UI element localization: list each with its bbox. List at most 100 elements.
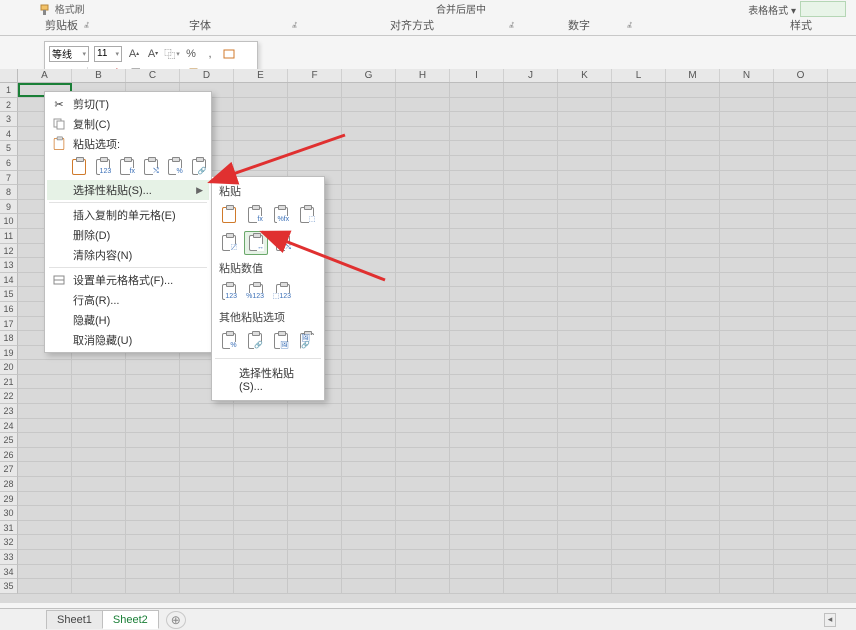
row-header[interactable]: 12 <box>0 244 18 259</box>
row-header[interactable]: 20 <box>0 360 18 375</box>
sub-paste-values-srcfmt-icon[interactable]: ⬚123 <box>271 280 295 304</box>
col-header[interactable]: J <box>504 69 558 82</box>
increase-font-icon[interactable]: A▴ <box>127 47 141 61</box>
row-header[interactable]: 4 <box>0 127 18 142</box>
sub-paste-linked-picture-icon[interactable]: 🖼🔗 <box>296 329 319 353</box>
row-header[interactable]: 23 <box>0 404 18 419</box>
format-painter-button[interactable]: 格式刷 <box>40 1 85 16</box>
row-header[interactable]: 24 <box>0 419 18 434</box>
sub-paste-formulas-numfmt-icon[interactable]: %fx <box>270 203 293 227</box>
col-header[interactable]: F <box>288 69 342 82</box>
paste-transpose-icon[interactable]: ⤭ <box>140 156 161 178</box>
col-header[interactable]: K <box>558 69 612 82</box>
comma-icon[interactable]: , <box>203 47 217 61</box>
merge-center-button[interactable]: 合并后居中 <box>436 1 486 16</box>
row-header[interactable]: 34 <box>0 565 18 580</box>
add-sheet-button[interactable]: ⊕ <box>166 611 186 629</box>
sheet-tab-1[interactable]: Sheet1 <box>46 610 103 629</box>
sub-paste-values-numfmt-icon[interactable]: %123 <box>244 280 268 304</box>
row-header[interactable]: 3 <box>0 112 18 127</box>
col-header[interactable]: B <box>72 69 126 82</box>
mini-font-name[interactable]: 等线▾ <box>49 46 89 62</box>
row-header[interactable]: 35 <box>0 579 18 594</box>
sub-paste-values-icon[interactable]: 123 <box>217 280 241 304</box>
col-header[interactable]: N <box>720 69 774 82</box>
paste-formatting-icon[interactable]: % <box>164 156 185 178</box>
alignment-dialog-launcher[interactable]: ⰼ <box>509 21 514 32</box>
row-header[interactable]: 22 <box>0 389 18 404</box>
col-header[interactable]: L <box>612 69 666 82</box>
font-dialog-launcher[interactable]: ⰼ <box>292 21 297 32</box>
col-header[interactable]: E <box>234 69 288 82</box>
ctx-delete[interactable]: 删除(D) <box>47 225 209 245</box>
row-header[interactable]: 7 <box>0 171 18 186</box>
ctx-insert-copied[interactable]: 插入复制的单元格(E) <box>47 205 209 225</box>
row-header[interactable]: 10 <box>0 214 18 229</box>
paste-all-icon[interactable] <box>69 156 90 178</box>
col-header[interactable]: G <box>342 69 396 82</box>
cell-style-sample[interactable] <box>800 1 846 17</box>
clipboard-dialog-launcher[interactable]: ⰼ <box>84 21 89 32</box>
paste-formulas-icon[interactable]: fx <box>117 156 138 178</box>
row-header[interactable]: 27 <box>0 462 18 477</box>
col-header[interactable]: H <box>396 69 450 82</box>
col-header[interactable]: M <box>666 69 720 82</box>
mini-font-size[interactable]: 11▾ <box>94 46 122 62</box>
row-header[interactable]: 14 <box>0 273 18 288</box>
col-header[interactable]: D <box>180 69 234 82</box>
row-header[interactable]: 11 <box>0 229 18 244</box>
row-header[interactable]: 6 <box>0 156 18 171</box>
col-header[interactable]: I <box>450 69 504 82</box>
ctx-row-height[interactable]: 行高(R)... <box>47 290 209 310</box>
paste-values-icon[interactable]: 123 <box>93 156 114 178</box>
row-header[interactable]: 17 <box>0 317 18 332</box>
sub-paste-link-icon[interactable]: 🔗 <box>243 329 266 353</box>
table-format-button[interactable]: 表格格式 ▾ <box>748 2 796 17</box>
col-header[interactable]: O <box>774 69 828 82</box>
ctx-cut[interactable]: ✂ 剪切(T) <box>47 94 209 114</box>
sub-paste-keep-src-fmt-icon[interactable]: ⬚ <box>296 203 319 227</box>
row-header[interactable]: 21 <box>0 375 18 390</box>
row-header[interactable]: 19 <box>0 346 18 361</box>
row-header[interactable]: 25 <box>0 433 18 448</box>
scroll-left-button[interactable]: ◂ <box>824 613 836 627</box>
row-header[interactable]: 15 <box>0 287 18 302</box>
select-all-corner[interactable] <box>0 69 18 82</box>
row-header[interactable]: 31 <box>0 521 18 536</box>
paste-link-icon[interactable]: 🔗 <box>188 156 209 178</box>
row-header[interactable]: 32 <box>0 535 18 550</box>
decrease-font-icon[interactable]: A▾ <box>146 47 160 61</box>
merge-icon[interactable]: ⿻▾ <box>165 47 179 61</box>
sub-paste-picture-icon[interactable]: 🖼 <box>270 329 293 353</box>
sub-paste-transpose-icon[interactable]: ⤭ <box>271 231 295 255</box>
row-header[interactable]: 33 <box>0 550 18 565</box>
row-header[interactable]: 29 <box>0 492 18 507</box>
row-header[interactable]: 2 <box>0 98 18 113</box>
percent-icon[interactable]: % <box>184 47 198 61</box>
ctx-format-cells[interactable]: 设置单元格格式(F)... <box>47 270 209 290</box>
sub-special-paste[interactable]: 选择性粘贴(S)... <box>215 358 321 397</box>
sub-paste-keep-colwidth-icon[interactable]: ↔ <box>244 231 268 255</box>
ctx-hide[interactable]: 隐藏(H) <box>47 310 209 330</box>
sub-paste-noborders-icon[interactable]: ⬚̸ <box>217 231 241 255</box>
accounting-icon[interactable] <box>222 47 236 61</box>
row-header[interactable]: 30 <box>0 506 18 521</box>
ctx-special-paste[interactable]: 选择性粘贴(S)... ▶ <box>47 180 209 200</box>
row-header[interactable]: 1 <box>0 83 18 98</box>
row-header[interactable]: 26 <box>0 448 18 463</box>
row-header[interactable]: 16 <box>0 302 18 317</box>
row-header[interactable]: 8 <box>0 185 18 200</box>
row-header[interactable]: 9 <box>0 200 18 215</box>
ctx-clear-contents[interactable]: 清除内容(N) <box>47 245 209 265</box>
row-header[interactable]: 28 <box>0 477 18 492</box>
col-header[interactable]: C <box>126 69 180 82</box>
ctx-unhide[interactable]: 取消隐藏(U) <box>47 330 209 350</box>
row-header[interactable]: 5 <box>0 141 18 156</box>
ctx-copy[interactable]: 复制(C) <box>47 114 209 134</box>
row-header[interactable]: 13 <box>0 258 18 273</box>
col-header[interactable]: A <box>18 69 72 82</box>
sub-paste-formulas-icon[interactable]: fx <box>243 203 266 227</box>
sub-paste-formatting-icon[interactable]: % <box>217 329 240 353</box>
sub-paste-all-icon[interactable] <box>217 203 240 227</box>
sheet-tab-2[interactable]: Sheet2 <box>102 610 159 629</box>
